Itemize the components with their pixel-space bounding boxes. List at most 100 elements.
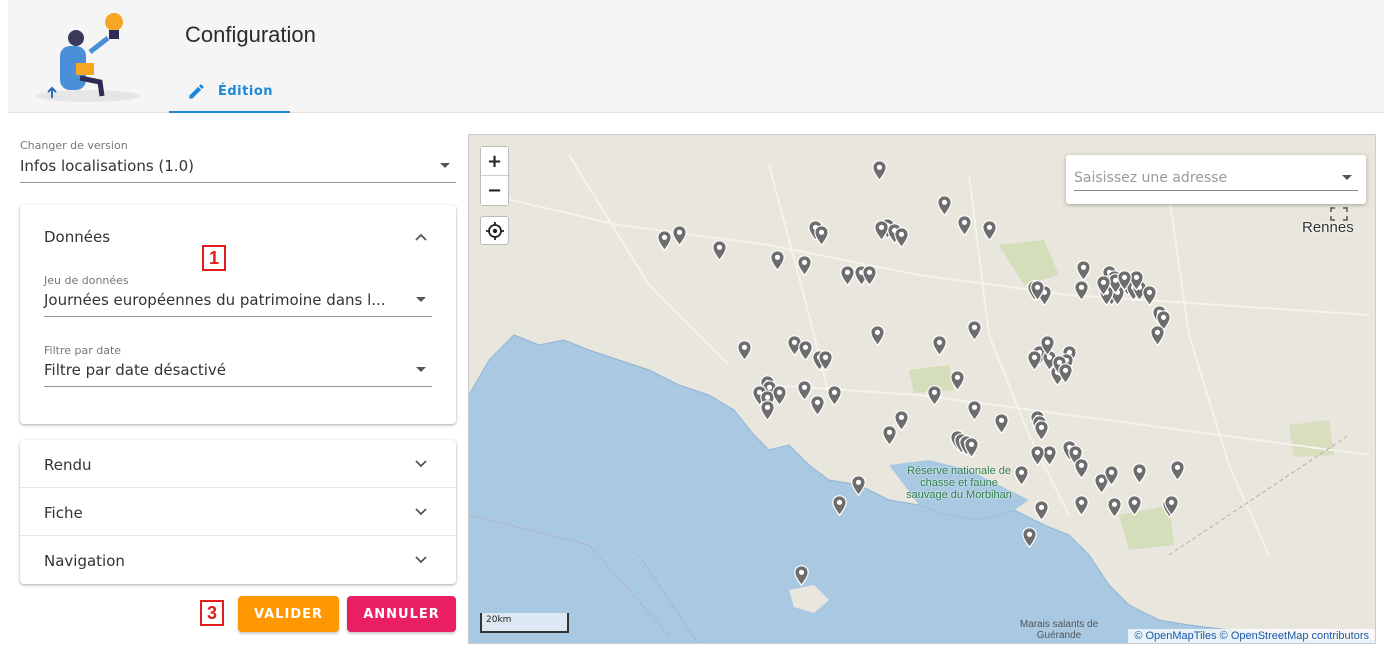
map-marker-icon[interactable] xyxy=(1107,497,1122,518)
user-illustration-icon xyxy=(36,13,140,102)
dataset-value: Journées européennes du patrimoine dans … xyxy=(44,291,386,309)
map-view[interactable]: + − Rennes Réserve nationale de chasse e… xyxy=(468,134,1376,644)
map-marker-icon[interactable] xyxy=(1096,275,1111,296)
map-marker-icon[interactable] xyxy=(937,195,952,216)
marais-label: Marais salants de Guérande xyxy=(1019,619,1099,641)
map-marker-icon[interactable] xyxy=(818,350,833,371)
accordion-rendu[interactable]: Rendu xyxy=(20,440,456,488)
map-marker-icon[interactable] xyxy=(1076,260,1091,281)
map-marker-icon[interactable] xyxy=(672,225,687,246)
map-marker-icon[interactable] xyxy=(1117,270,1132,291)
accordion-fiche[interactable]: Fiche xyxy=(20,488,456,536)
map-marker-icon[interactable] xyxy=(1030,445,1045,466)
accordion-label: Rendu xyxy=(44,456,92,474)
map-marker-icon[interactable] xyxy=(760,400,775,421)
map-marker-icon[interactable] xyxy=(1104,465,1119,486)
map-marker-icon[interactable] xyxy=(982,220,997,241)
map-base-icon xyxy=(469,135,1375,643)
accordion-label: Fiche xyxy=(44,504,83,522)
locate-button[interactable] xyxy=(480,216,509,245)
map-marker-icon[interactable] xyxy=(851,475,866,496)
page-title: Configuration xyxy=(185,22,316,47)
map-marker-icon[interactable] xyxy=(810,395,825,416)
donnees-title[interactable]: Données xyxy=(44,228,110,246)
map-marker-icon[interactable] xyxy=(967,400,982,421)
map-marker-icon[interactable] xyxy=(737,340,752,361)
map-marker-icon[interactable] xyxy=(1034,420,1049,441)
map-marker-icon[interactable] xyxy=(870,325,885,346)
map-marker-icon[interactable] xyxy=(964,437,979,458)
map-marker-icon[interactable] xyxy=(794,565,809,586)
zoom-in-button[interactable]: + xyxy=(481,147,508,176)
dataset-select[interactable]: Journées européennes du patrimoine dans … xyxy=(44,289,432,317)
chevron-down-icon xyxy=(415,508,427,516)
map-marker-icon[interactable] xyxy=(832,495,847,516)
address-search-input[interactable] xyxy=(1074,165,1358,191)
caret-down-icon xyxy=(416,367,426,372)
map-marker-icon[interactable] xyxy=(770,250,785,271)
caret-down-icon xyxy=(440,163,450,168)
map-marker-icon[interactable] xyxy=(967,320,982,341)
map-marker-icon[interactable] xyxy=(797,255,812,276)
map-marker-icon[interactable] xyxy=(1030,280,1045,301)
map-marker-icon[interactable] xyxy=(840,265,855,286)
map-marker-icon[interactable] xyxy=(1127,495,1142,516)
valider-button[interactable]: VALIDER xyxy=(238,596,339,632)
map-marker-icon[interactable] xyxy=(1074,458,1089,479)
map-marker-icon[interactable] xyxy=(827,385,842,406)
map-marker-icon[interactable] xyxy=(1074,495,1089,516)
map-marker-icon[interactable] xyxy=(872,160,887,181)
map-marker-icon[interactable] xyxy=(1014,465,1029,486)
map-marker-icon[interactable] xyxy=(927,385,942,406)
map-marker-icon[interactable] xyxy=(994,413,1009,434)
map-marker-icon[interactable] xyxy=(1058,363,1073,384)
pencil-icon xyxy=(189,84,204,99)
zoom-out-button[interactable]: − xyxy=(481,176,508,205)
dataset-label: Jeu de données xyxy=(44,274,129,287)
caret-down-icon[interactable] xyxy=(1342,175,1352,180)
version-label: Changer de version xyxy=(20,139,128,152)
donnees-panel: Données Jeu de données Journées européen… xyxy=(20,205,456,424)
date-filter-label: Filtre par date xyxy=(44,344,122,357)
version-value: Infos localisations (1.0) xyxy=(20,157,194,175)
map-marker-icon[interactable] xyxy=(950,370,965,391)
callout-1: 1 xyxy=(202,245,226,271)
map-marker-icon[interactable] xyxy=(1074,280,1089,301)
chevron-up-icon[interactable] xyxy=(414,230,428,244)
map-marker-icon[interactable] xyxy=(1170,460,1185,481)
map-attribution[interactable]: © OpenMapTiles © OpenStreetMap contribut… xyxy=(1128,629,1375,643)
callout-3: 3 xyxy=(200,600,224,626)
crosshair-icon xyxy=(485,221,504,240)
map-marker-icon[interactable] xyxy=(1150,325,1165,346)
map-marker-icon[interactable] xyxy=(1022,527,1037,548)
zoom-control: + − xyxy=(480,146,509,206)
map-marker-icon[interactable] xyxy=(932,335,947,356)
map-marker-icon[interactable] xyxy=(712,240,727,261)
version-select[interactable]: Infos localisations (1.0) xyxy=(20,155,456,183)
map-marker-icon[interactable] xyxy=(1034,500,1049,521)
map-marker-icon[interactable] xyxy=(894,410,909,431)
tab-edition-label: Édition xyxy=(218,84,273,99)
address-search-box xyxy=(1066,155,1366,204)
accordion-navigation[interactable]: Navigation xyxy=(20,536,456,584)
map-marker-icon[interactable] xyxy=(814,225,829,246)
map-marker-icon[interactable] xyxy=(798,340,813,361)
map-marker-icon[interactable] xyxy=(957,215,972,236)
chevron-down-icon xyxy=(415,460,427,468)
caret-down-icon xyxy=(416,297,426,302)
date-filter-value: Filtre par date désactivé xyxy=(44,361,226,379)
map-marker-icon[interactable] xyxy=(1164,495,1179,516)
date-filter-select[interactable]: Filtre par date désactivé xyxy=(44,359,432,387)
map-marker-icon[interactable] xyxy=(1142,285,1157,306)
map-marker-icon[interactable] xyxy=(874,220,889,241)
annuler-button[interactable]: ANNULER xyxy=(347,596,456,632)
map-marker-icon[interactable] xyxy=(1040,335,1055,356)
map-marker-icon[interactable] xyxy=(1132,463,1147,484)
scale-bar: 20km xyxy=(480,613,569,633)
city-label: Rennes xyxy=(1302,219,1354,236)
map-marker-icon[interactable] xyxy=(657,230,672,251)
map-marker-icon[interactable] xyxy=(862,265,877,286)
accordion-panel: Rendu Fiche Navigation xyxy=(20,440,456,584)
tab-edition[interactable]: Édition xyxy=(169,72,290,113)
map-marker-icon[interactable] xyxy=(894,227,909,248)
